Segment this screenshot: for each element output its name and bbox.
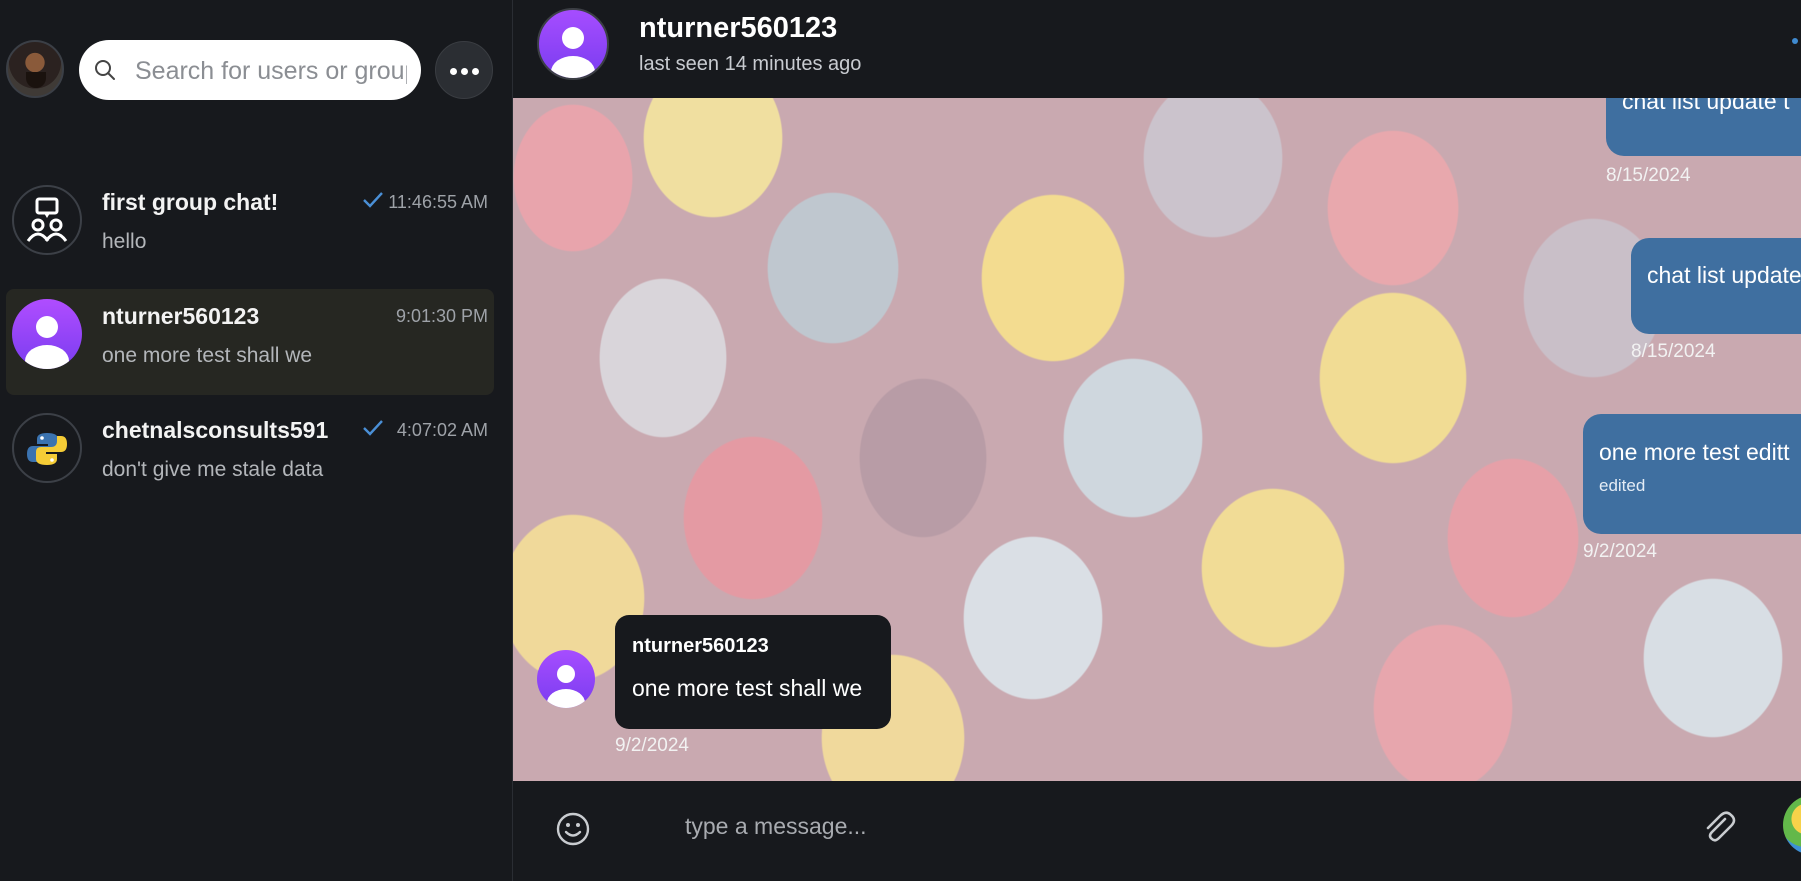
sidebar: first group chat! hello 11:46:55 AM ntur… [0,0,513,881]
search-input[interactable] [133,52,409,90]
user-icon [551,27,595,78]
message-text: one more test editt [1599,439,1790,465]
message-date: 9/2/2024 [615,735,689,756]
message-date: 8/15/2024 [1631,341,1716,362]
message-bubble-outgoing[interactable]: chat list update [1631,238,1801,334]
message-bubble-outgoing[interactable]: chat list update t [1606,98,1801,156]
message-date: 8/15/2024 [1606,165,1691,186]
python-logo-icon [27,433,67,465]
chat-preview: hello [102,230,147,253]
group-avatar [12,185,82,255]
message-bubble-outgoing[interactable]: one more test editt edited [1583,414,1801,534]
message-text: chat list update t [1622,98,1790,114]
header-menu-dot[interactable] [1792,38,1798,44]
chat-time: 9:01:30 PM [395,306,488,326]
message-area[interactable]: chat list update t 8/15/2024 chat list u… [513,98,1801,781]
contact-avatar[interactable] [537,8,609,80]
attachment-icon[interactable] [1700,810,1738,848]
last-seen-status: last seen 14 minutes ago [639,53,862,75]
message-sender: nturner560123 [632,635,769,657]
conversation-panel: nturner560123 last seen 14 minutes ago c… [513,0,1801,881]
search-icon [95,60,115,80]
user-icon [25,316,69,369]
user-avatar [12,299,82,369]
chat-item-first-group-chat[interactable]: first group chat! hello 11:46:55 AM [6,175,494,281]
chat-time: 11:46:55 AM [388,192,488,212]
chat-item-chetnalsconsults591[interactable]: chetnalsconsults591 don't give me stale … [6,403,494,509]
search-box [79,40,421,100]
message-composer [513,781,1801,881]
chat-time: 4:07:02 AM [396,420,488,440]
chat-name: first group chat! [102,189,279,215]
chat-preview: one more test shall we [102,344,313,367]
chat-preview: don't give me stale data [102,458,324,481]
message-date: 9/2/2024 [1583,541,1657,562]
chat-item-nturner560123[interactable]: nturner560123 one more test shall we 9:0… [6,289,494,395]
chat-name: nturner560123 [102,303,260,329]
read-check-icon [363,420,383,436]
emoji-icon[interactable] [555,811,591,847]
chat-list: first group chat! hello 11:46:55 AM ntur… [6,175,494,517]
send-button[interactable] [1783,795,1801,855]
read-check-icon [363,192,383,208]
group-icon [26,197,68,242]
message-text: one more test shall we [632,675,863,701]
message-input[interactable] [683,803,1687,849]
message-bubble-incoming[interactable]: nturner560123 one more test shall we [615,615,891,729]
message-text: chat list update [1647,262,1801,288]
my-profile-avatar[interactable] [6,40,64,98]
contact-name: nturner560123 [639,12,838,44]
edited-label: edited [1599,476,1646,495]
chat-name: chetnalsconsults591 [102,417,329,443]
conversation-header: nturner560123 last seen 14 minutes ago [513,0,1801,98]
sender-avatar[interactable] [537,650,595,708]
python-avatar [12,413,82,483]
more-options-button[interactable] [435,41,493,99]
user-icon [547,665,585,708]
